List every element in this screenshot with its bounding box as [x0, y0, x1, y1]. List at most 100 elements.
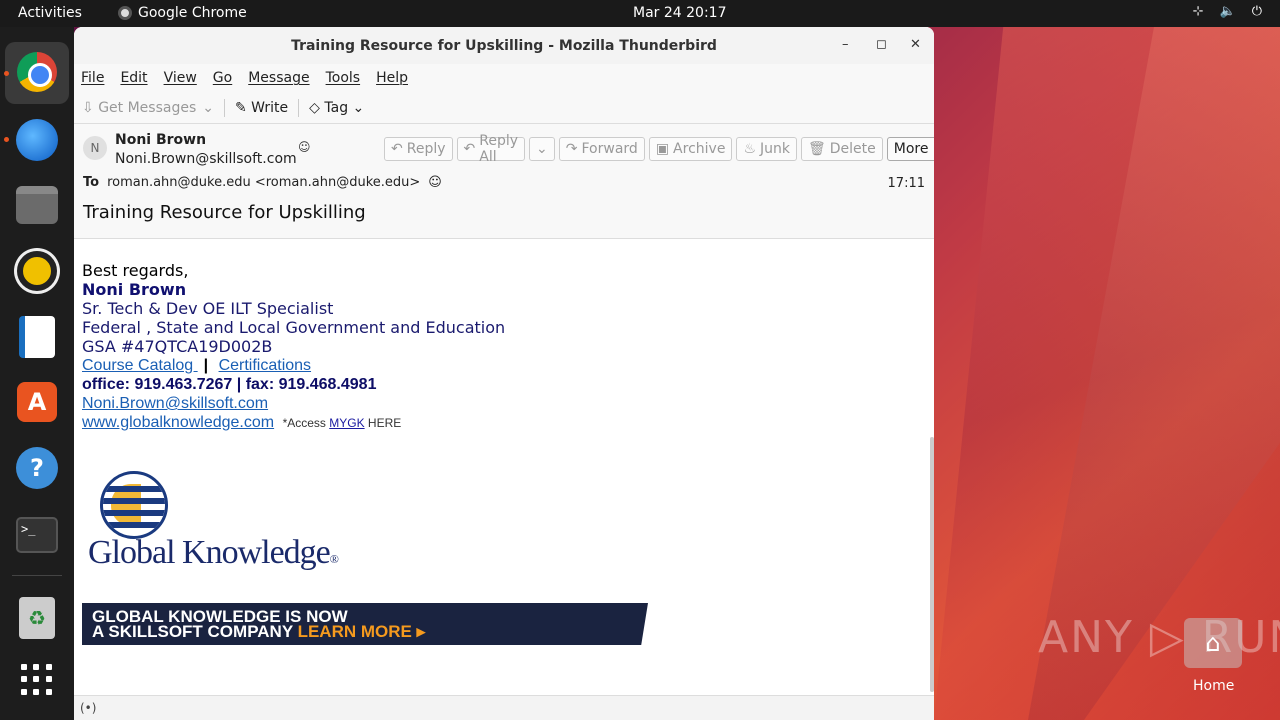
- dock-help[interactable]: ?: [14, 445, 60, 491]
- message-body: Best regards, Noni Brown Sr. Tech & Dev …: [74, 239, 930, 695]
- menu-help[interactable]: Help: [376, 70, 408, 86]
- recipient-address[interactable]: roman.ahn@duke.edu <roman.ahn@duke.edu>: [107, 175, 420, 190]
- sender-name[interactable]: Noni Brown: [115, 132, 206, 148]
- archive-label: Archive: [673, 141, 726, 157]
- reply-all-button[interactable]: ↶ Reply All: [456, 133, 526, 165]
- network-icon: ⊹: [1192, 4, 1204, 19]
- skillsoft-banner[interactable]: GLOBAL KNOWLEDGE IS NOW A SKILLSOFT COMP…: [82, 603, 648, 645]
- junk-button[interactable]: ♨ Junk: [736, 137, 797, 161]
- more-label: More: [893, 141, 929, 157]
- signoff: Best regards,: [82, 261, 189, 280]
- activities-button[interactable]: Activities: [18, 5, 82, 21]
- scrollbar[interactable]: [930, 437, 934, 692]
- chevron-down-icon: ⌄: [352, 99, 365, 116]
- minimize-button[interactable]: –: [842, 37, 849, 52]
- menu-view[interactable]: View: [164, 70, 197, 86]
- website-link[interactable]: www.globalknowledge.com: [82, 414, 274, 431]
- status-bar: (•): [74, 695, 934, 720]
- signature-name: Noni Brown: [82, 280, 187, 299]
- delete-button[interactable]: 🗑 Delete: [800, 137, 883, 161]
- reply-dropdown[interactable]: ⌄: [529, 137, 555, 161]
- chevron-down-icon: ⌄: [536, 141, 548, 157]
- help-icon: ?: [16, 447, 58, 489]
- thunderbird-icon: [16, 119, 58, 161]
- course-catalog-link[interactable]: Course Catalog: [82, 357, 198, 374]
- archive-button[interactable]: ▣ Archive: [648, 137, 733, 161]
- dock-thunderbird[interactable]: [14, 117, 60, 163]
- signature-title: Sr. Tech & Dev OE ILT Specialist: [82, 299, 334, 318]
- get-messages-label: Get Messages: [98, 99, 197, 116]
- running-indicator: [4, 137, 9, 142]
- signature-phone: office: 919.463.7267 | fax: 919.468.4981: [82, 376, 377, 393]
- dock-chrome[interactable]: [14, 49, 60, 95]
- dock-separator: [12, 575, 62, 576]
- chevron-down-icon: ⌄: [932, 141, 934, 157]
- menu-bar: File Edit View Go Message Tools Help: [74, 64, 934, 92]
- home-folder-label[interactable]: Home: [1193, 678, 1234, 694]
- maximize-button[interactable]: ◻: [876, 37, 887, 52]
- tag-button[interactable]: ◇ Tag ⌄: [309, 100, 364, 116]
- archive-icon: ▣: [655, 141, 670, 157]
- banner-text: A SKILLSOFT COMPANY: [92, 622, 298, 641]
- message-header: N Noni Brown Noni.Brown@skillsoft.com ☺ …: [74, 124, 934, 239]
- home-folder-icon[interactable]: ⌂: [1184, 618, 1242, 668]
- chrome-icon: [118, 6, 132, 20]
- terminal-icon: >_: [16, 517, 58, 553]
- running-indicator: [4, 71, 9, 76]
- reply-icon: ↶: [391, 141, 403, 157]
- get-messages-dropdown[interactable]: ⌄: [202, 100, 214, 116]
- dock-rhythmbox[interactable]: [14, 248, 60, 294]
- rhythmbox-icon: [17, 251, 57, 291]
- flame-icon: ♨: [743, 141, 756, 157]
- menu-message[interactable]: Message: [248, 70, 309, 86]
- certifications-link[interactable]: Certifications: [219, 357, 311, 374]
- sender-email[interactable]: Noni.Brown@skillsoft.com: [115, 151, 297, 167]
- forward-label: Forward: [581, 141, 638, 157]
- power-icon: ⏻: [1251, 4, 1262, 19]
- activity-icon[interactable]: (•): [80, 701, 96, 715]
- menu-tools[interactable]: Tools: [326, 70, 361, 86]
- active-app-menu[interactable]: Google Chrome: [118, 5, 247, 21]
- dock-files[interactable]: [14, 182, 60, 228]
- files-icon: [16, 186, 58, 224]
- mygk-link[interactable]: MYGK: [329, 416, 364, 430]
- reply-button[interactable]: ↶ Reply: [384, 137, 453, 161]
- signature-dept: Federal , State and Local Government and…: [82, 318, 506, 337]
- menu-go[interactable]: Go: [213, 70, 232, 86]
- reply-label: Reply: [406, 141, 446, 157]
- forward-button[interactable]: ↷ Forward: [558, 137, 645, 161]
- trash-icon: ♻: [19, 597, 55, 639]
- window-titlebar[interactable]: Training Resource for Upskilling - Mozil…: [74, 27, 934, 64]
- access-text-end: HERE: [364, 416, 402, 430]
- contact-icon[interactable]: ☺: [298, 140, 311, 154]
- dock-show-apps[interactable]: [14, 657, 60, 703]
- message-time: 17:11: [887, 176, 925, 191]
- global-knowledge-logo[interactable]: Global Knowledge®: [88, 471, 348, 587]
- dock-terminal[interactable]: >_: [14, 512, 60, 558]
- tag-icon: ◇: [309, 99, 320, 116]
- menu-edit[interactable]: Edit: [120, 70, 147, 86]
- menu-file[interactable]: File: [81, 70, 104, 86]
- forward-icon: ↷: [565, 141, 578, 157]
- dock-writer[interactable]: [14, 314, 60, 360]
- dock-app-center[interactable]: A: [14, 379, 60, 425]
- delete-label: Delete: [829, 141, 876, 157]
- get-messages-button[interactable]: ⇩ Get Messages: [82, 100, 196, 116]
- app-center-icon: A: [17, 382, 57, 422]
- signature-email-link[interactable]: Noni.Brown@skillsoft.com: [82, 394, 268, 413]
- download-icon: ⇩: [82, 99, 94, 116]
- more-button[interactable]: More⌄: [886, 137, 934, 161]
- globe-icon: [100, 471, 168, 539]
- system-tray[interactable]: ⊹ 🔈 ⏻: [1193, 4, 1262, 19]
- signature-website-row: www.globalknowledge.com *Access MYGK HER…: [82, 413, 401, 433]
- active-app-name: Google Chrome: [138, 5, 247, 21]
- clock[interactable]: Mar 24 20:17: [633, 5, 726, 21]
- access-text: *Access: [282, 416, 330, 430]
- junk-label: Junk: [760, 141, 790, 157]
- write-button[interactable]: ✎ Write: [235, 100, 288, 116]
- dock-trash[interactable]: ♻: [14, 595, 60, 641]
- close-button[interactable]: ✕: [910, 37, 921, 52]
- contact-icon[interactable]: ☺: [428, 175, 442, 190]
- learn-more-link[interactable]: LEARN MORE ▸: [298, 622, 426, 641]
- reply-all-icon: ↶: [463, 141, 476, 157]
